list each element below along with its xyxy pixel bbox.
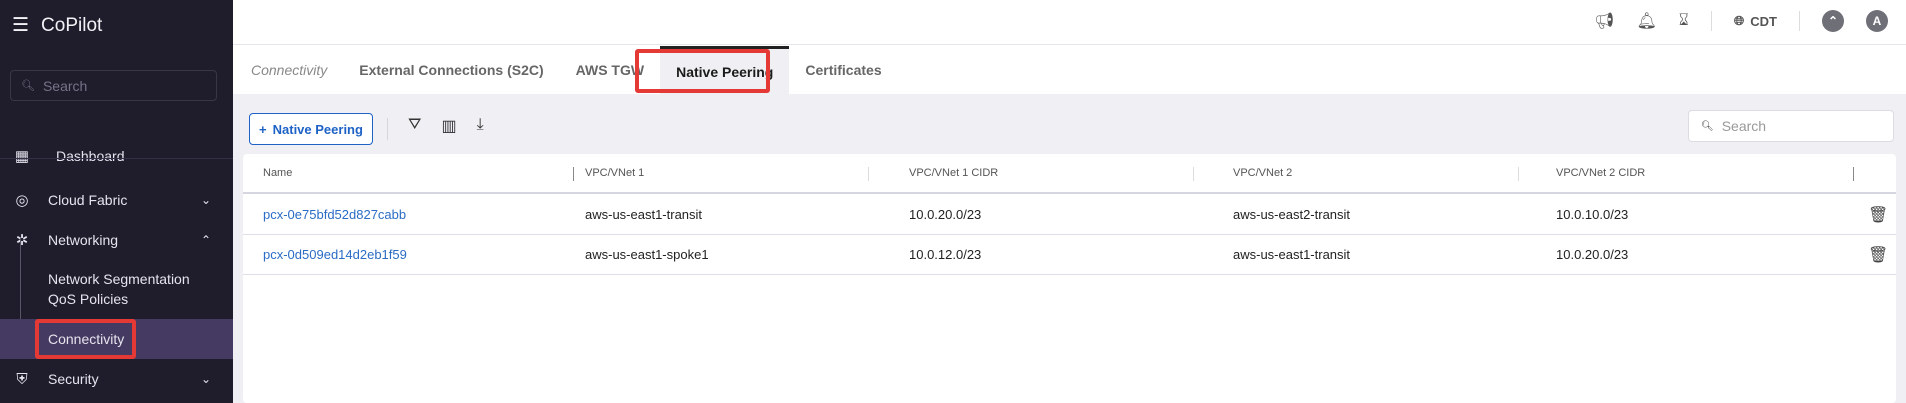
sidebar-search-input[interactable]: 🔍︎ Search — [10, 70, 217, 101]
collapse-menu-icon[interactable]: ☰ — [12, 14, 29, 37]
top-bar: 📢︎ 🔔︎ ⌛︎ 🌐︎ CDT ⌃ A — [233, 0, 1906, 45]
table-header: Name VPC/VNet 1 VPC/VNet 1 CIDR VPC/VNet… — [243, 154, 1896, 194]
divider — [387, 118, 388, 140]
column-resizer[interactable] — [868, 167, 869, 181]
trash-icon[interactable]: 🗑︎ — [1868, 235, 1888, 274]
main-content: + Native Peering ⛛ ▥ ⤓ 🔍︎ Search Name VP… — [233, 94, 1906, 403]
vpc1-cidr-cell: 10.0.12.0/23 — [909, 247, 982, 262]
breadcrumb[interactable]: Connectivity — [233, 46, 343, 94]
chevron-up-icon: ⌃ — [200, 233, 211, 247]
vpc2-cidr-cell: 10.0.20.0/23 — [1556, 247, 1629, 262]
brand: ☰ CoPilot — [12, 14, 102, 37]
table-search-input[interactable]: 🔍︎ Search — [1688, 110, 1894, 142]
trash-icon[interactable]: 🗑︎ — [1868, 195, 1888, 234]
sidebar: ☰ CoPilot 🔍︎ Search ▦ Dashboard ◎ Cloud … — [0, 0, 233, 403]
app-title: CoPilot — [41, 14, 103, 36]
column-resizer[interactable] — [1853, 167, 1854, 181]
sidebar-item-qos-policies[interactable]: QoS Policies — [0, 279, 233, 319]
cloud-fabric-icon: ◎ — [15, 192, 29, 209]
sidebar-item-cloud-fabric[interactable]: ◎ Cloud Fabric ⌄ — [0, 180, 233, 220]
column-resizer[interactable] — [1518, 167, 1519, 181]
highlight-box — [635, 49, 770, 93]
bell-icon[interactable]: 🔔︎ — [1636, 11, 1656, 31]
divider — [1799, 11, 1800, 31]
hourglass-icon[interactable]: ⌛︎ — [1679, 12, 1689, 30]
tab-bar: Connectivity External Connections (S2C) … — [233, 46, 1906, 94]
peering-name-link[interactable]: pcx-0d509ed14d2eb1f59 — [263, 235, 407, 274]
divider — [0, 158, 233, 159]
label: Cloud Fabric — [48, 192, 128, 208]
sidebar-item-dashboard[interactable]: ▦ Dashboard — [0, 136, 233, 176]
header-vpc2[interactable]: VPC/VNet 2 — [1233, 154, 1292, 192]
header-vpc1-cidr[interactable]: VPC/VNet 1 CIDR — [909, 154, 998, 192]
label: Networking — [48, 232, 119, 248]
vpc2-cell: aws-us-east2-transit — [1233, 207, 1351, 222]
add-native-peering-button[interactable]: + Native Peering — [249, 113, 373, 145]
label: Security — [48, 371, 99, 387]
avatar[interactable]: A — [1866, 10, 1888, 32]
header-vpc1[interactable]: VPC/VNet 1 — [585, 154, 644, 192]
vpc1-cell: aws-us-east1-transit — [585, 207, 703, 222]
label: QoS Policies — [48, 291, 129, 307]
search-icon: 🔍︎ — [21, 80, 35, 92]
button-label: Native Peering — [272, 121, 363, 137]
column-resizer[interactable] — [573, 167, 574, 181]
table-row: pcx-0d509ed14d2eb1f59 aws-us-east1-spoke… — [243, 235, 1896, 275]
peering-name-link[interactable]: pcx-0e75bfd52d827cabb — [263, 195, 406, 234]
column-resizer[interactable] — [1193, 167, 1194, 181]
divider — [1710, 11, 1712, 31]
announcement-icon[interactable]: 📢︎ — [1594, 11, 1614, 31]
columns-icon[interactable]: ▥ — [441, 116, 456, 136]
sidebar-item-networking[interactable]: ✲ Networking ⌃ — [0, 220, 233, 260]
peering-table: Name VPC/VNet 1 VPC/VNet 1 CIDR VPC/VNet… — [243, 154, 1896, 403]
table-row: pcx-0e75bfd52d827cabb aws-us-east1-trans… — [243, 195, 1896, 235]
vpc2-cidr-cell: 10.0.10.0/23 — [1556, 207, 1629, 222]
tab-certificates[interactable]: Certificates — [789, 46, 897, 94]
timezone-selector[interactable]: 🌐︎ CDT — [1734, 13, 1777, 29]
label: Dashboard — [56, 148, 125, 164]
filter-icon[interactable]: ⛛ — [408, 116, 421, 136]
highlight-box — [35, 319, 136, 359]
dashboard-icon: ▦ — [14, 148, 30, 165]
shield-icon: ⛨ — [16, 370, 28, 388]
vpc1-cidr-cell: 10.0.20.0/23 — [909, 207, 982, 222]
header-vpc2-cidr[interactable]: VPC/VNet 2 CIDR — [1556, 154, 1645, 192]
sidebar-item-security[interactable]: ⛨ Security ⌄ — [0, 359, 233, 399]
chevron-down-icon: ⌄ — [200, 193, 211, 207]
search-placeholder: Search — [42, 77, 88, 94]
networking-icon: ✲ — [15, 232, 29, 249]
plus-icon: + — [259, 121, 267, 137]
search-placeholder: Search — [1721, 118, 1767, 134]
chevron-down-icon: ⌄ — [200, 372, 211, 386]
header-name[interactable]: Name — [263, 154, 292, 192]
vpc2-cell: aws-us-east1-transit — [1233, 247, 1351, 262]
globe-icon: 🌐︎ — [1733, 13, 1745, 28]
chevron-up-icon[interactable]: ⌃ — [1822, 10, 1844, 32]
search-icon: 🔍︎ — [1701, 120, 1714, 132]
vpc1-cell: aws-us-east1-spoke1 — [585, 247, 709, 262]
tab-external-connections[interactable]: External Connections (S2C) — [343, 46, 559, 94]
timezone-label: CDT — [1750, 13, 1777, 29]
download-icon[interactable]: ⤓ — [477, 116, 484, 136]
